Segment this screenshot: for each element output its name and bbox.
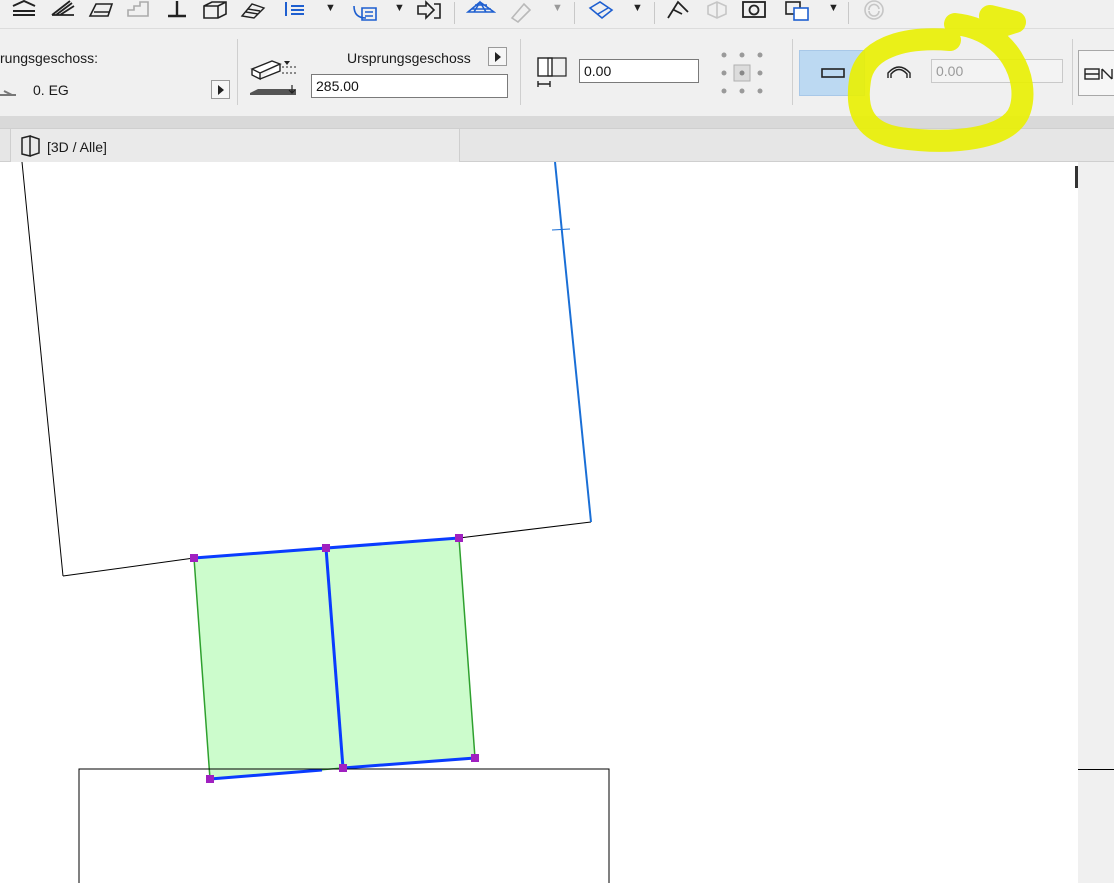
roof-icon[interactable] <box>86 0 116 24</box>
mesh-grid-icon[interactable] <box>466 0 496 24</box>
offset-field[interactable] <box>579 59 699 83</box>
3d-view-icon <box>21 135 40 157</box>
straight-wall-button[interactable] <box>799 50 865 96</box>
wall-outline-left <box>21 162 64 577</box>
toolbar-separator <box>574 2 575 24</box>
dropdown-arrow-icon[interactable]: ▼ <box>552 2 563 14</box>
wall-segment-left[interactable] <box>193 547 344 780</box>
list-icon[interactable] <box>282 0 312 24</box>
story-icon <box>0 90 16 96</box>
wall-structure-icon <box>1084 68 1113 80</box>
hotspot[interactable] <box>455 534 463 542</box>
dropdown-arrow-icon[interactable]: ▼ <box>632 2 643 14</box>
refresh-disabled-icon[interactable] <box>860 0 890 24</box>
home-story-value: 0. EG <box>33 82 69 98</box>
model-canvas[interactable] <box>0 162 1078 883</box>
toolbar-separator <box>848 2 849 24</box>
dropdown-arrow-icon[interactable]: ▼ <box>828 2 839 14</box>
edge-line <box>1078 769 1114 770</box>
paint-bucket-icon[interactable] <box>586 0 616 24</box>
panel-separator <box>792 39 793 105</box>
stair-icon[interactable] <box>124 0 154 24</box>
tab-3d-view[interactable]: [3D / Alle] <box>10 129 460 162</box>
layer-lines-icon[interactable] <box>10 0 40 24</box>
curved-wall-icon[interactable] <box>885 62 913 82</box>
geometry-method-button[interactable] <box>1078 50 1114 96</box>
column-icon[interactable] <box>162 0 192 24</box>
scroll-thumb[interactable] <box>1075 166 1078 188</box>
wall-tick-mark <box>551 228 571 231</box>
main-toolbar: ▼ ▼ ▼ ▼ ▼ <box>0 0 1114 28</box>
image-icon[interactable] <box>782 0 812 24</box>
vertical-scrollbar[interactable] <box>1075 162 1114 883</box>
wall-outline-bottom <box>62 557 195 577</box>
panel-separator <box>237 39 238 105</box>
selected-wall-line[interactable] <box>554 162 592 523</box>
dropdown-arrow-icon[interactable]: ▼ <box>394 2 405 14</box>
camera-icon[interactable] <box>740 0 770 24</box>
dropdown-arrow-icon[interactable]: ▼ <box>325 2 336 14</box>
top-link-label: Ursprungsgeschoss <box>347 50 471 66</box>
home-story-menu-button[interactable] <box>211 80 230 99</box>
panel-separator <box>1072 39 1073 105</box>
hotspot[interactable] <box>339 764 347 772</box>
hotspot[interactable] <box>471 754 479 762</box>
straight-wall-icon <box>821 68 845 78</box>
toolbar-separator <box>454 2 455 24</box>
anchor-point-icon[interactable] <box>716 49 768 99</box>
top-link-menu-button[interactable] <box>488 47 507 66</box>
curve-field <box>931 59 1063 83</box>
shell-disabled-icon[interactable] <box>702 0 732 24</box>
transfer-icon[interactable] <box>414 0 444 24</box>
wall-outline-bottom-right <box>458 521 592 539</box>
fill-icon[interactable] <box>238 0 268 24</box>
panel-separator <box>520 39 521 105</box>
toolbar-separator <box>654 2 655 24</box>
tab-label: [3D / Alle] <box>47 139 107 155</box>
plan-drawing <box>21 162 610 883</box>
home-story-label: rungsgeschoss: <box>0 50 99 66</box>
tab-bar: [3D / Alle] <box>0 128 1114 162</box>
pen-disabled-icon[interactable] <box>506 0 536 24</box>
document-icon[interactable] <box>350 0 380 24</box>
info-box: rungsgeschoss: 0. EG Ursprungsgeschoss <box>0 28 1114 117</box>
measure-icon[interactable] <box>664 0 694 24</box>
hotspot[interactable] <box>206 775 214 783</box>
offset-icon <box>537 57 567 87</box>
lower-wall-outline <box>78 768 610 883</box>
wall-segment-right[interactable] <box>325 537 476 769</box>
toolbar-divider-band <box>0 116 1114 128</box>
wall-height-field[interactable] <box>311 74 508 98</box>
object-icon[interactable] <box>200 0 230 24</box>
hatch-icon[interactable] <box>48 0 78 24</box>
wall-height-icon <box>250 60 296 95</box>
hotspot[interactable] <box>322 544 330 552</box>
hotspot[interactable] <box>190 554 198 562</box>
